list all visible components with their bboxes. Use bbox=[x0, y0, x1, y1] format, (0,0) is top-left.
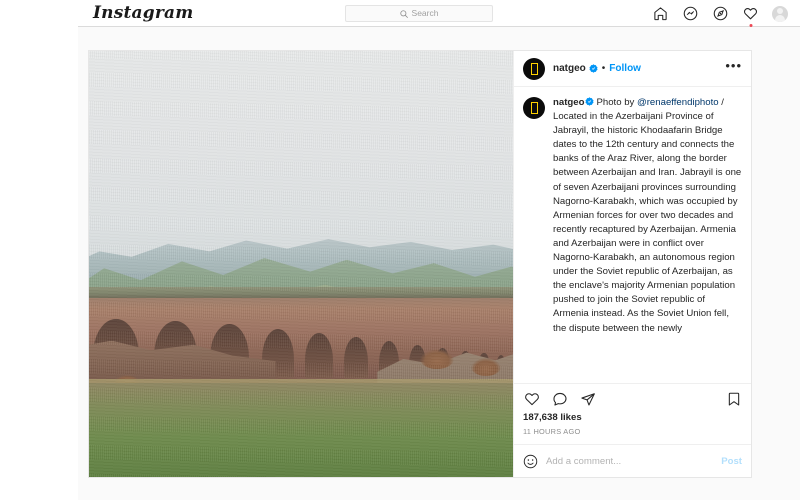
like-button[interactable] bbox=[523, 390, 540, 407]
comment-button[interactable] bbox=[551, 390, 568, 407]
photo-bridge-arch bbox=[305, 333, 334, 378]
post-card: natgeo • Follow ••• natgeo Photo by @ren… bbox=[88, 50, 752, 478]
caption-username[interactable]: natgeo bbox=[553, 97, 584, 108]
photo-shrub bbox=[419, 349, 454, 370]
profile-avatar-icon[interactable] bbox=[772, 5, 788, 22]
caption-mention-link[interactable]: @renaeffendiphoto bbox=[637, 97, 719, 108]
save-button[interactable] bbox=[725, 390, 742, 407]
photo-bridge-arch bbox=[344, 337, 369, 378]
header-separator-dot: • bbox=[601, 62, 606, 74]
post-author-username[interactable]: natgeo bbox=[553, 63, 586, 75]
post-photo[interactable] bbox=[89, 51, 513, 477]
comment-composer: Post bbox=[514, 444, 751, 477]
top-navigation-bar: Instagram Search bbox=[78, 0, 800, 27]
caption-body-text: / Located in the Azerbaijani Province of… bbox=[553, 97, 742, 334]
verified-badge-icon bbox=[589, 64, 598, 73]
smiley-face-icon[interactable] bbox=[523, 454, 538, 469]
post-author-group[interactable]: natgeo • Follow bbox=[553, 63, 641, 75]
post-action-bar bbox=[514, 383, 751, 407]
photo-bridge-deck bbox=[89, 287, 513, 299]
natgeo-yellow-frame bbox=[530, 102, 538, 114]
verified-badge-icon bbox=[585, 97, 594, 106]
natgeo-yellow-frame bbox=[530, 62, 538, 75]
post-details-pane: natgeo • Follow ••• natgeo Photo by @ren… bbox=[513, 51, 751, 477]
photo-shrub bbox=[470, 357, 501, 376]
nav-icon-group bbox=[652, 2, 788, 27]
comment-input[interactable] bbox=[546, 455, 714, 467]
post-header: natgeo • Follow ••• bbox=[514, 51, 751, 87]
natgeo-logo-avatar[interactable] bbox=[523, 57, 545, 80]
search-placeholder-text: Search bbox=[411, 8, 439, 19]
post-caption-text: natgeo Photo by @renaeffendiphoto / Locat… bbox=[553, 96, 742, 336]
post-caption-area[interactable]: natgeo Photo by @renaeffendiphoto / Locat… bbox=[514, 87, 751, 383]
compass-icon[interactable] bbox=[712, 5, 729, 22]
like-count[interactable]: 187,638 likes bbox=[514, 407, 751, 423]
share-button[interactable] bbox=[579, 390, 596, 407]
heart-icon[interactable] bbox=[742, 5, 759, 27]
photo-foreground-grass bbox=[89, 383, 513, 477]
search-icon bbox=[399, 9, 408, 18]
post-options-button[interactable]: ••• bbox=[725, 59, 742, 75]
messenger-icon[interactable] bbox=[682, 5, 699, 22]
caption-lead-text: Photo by bbox=[596, 97, 637, 108]
caption-author-avatar[interactable] bbox=[523, 97, 545, 119]
home-icon[interactable] bbox=[652, 5, 669, 22]
caption-fade-overlay bbox=[514, 357, 751, 383]
photo-sky bbox=[89, 51, 513, 273]
instagram-logo[interactable]: Instagram bbox=[93, 1, 193, 25]
follow-button[interactable]: Follow bbox=[609, 63, 641, 75]
search-input-wrapper[interactable]: Search bbox=[345, 5, 493, 22]
caption-row: natgeo Photo by @renaeffendiphoto / Locat… bbox=[523, 96, 742, 336]
browser-page: Instagram Search natgeo • Follow ••• nat… bbox=[0, 0, 800, 500]
notification-badge-dot bbox=[749, 24, 752, 27]
post-comment-button[interactable]: Post bbox=[721, 456, 742, 467]
post-timestamp: 11 HOURS AGO bbox=[523, 427, 581, 436]
